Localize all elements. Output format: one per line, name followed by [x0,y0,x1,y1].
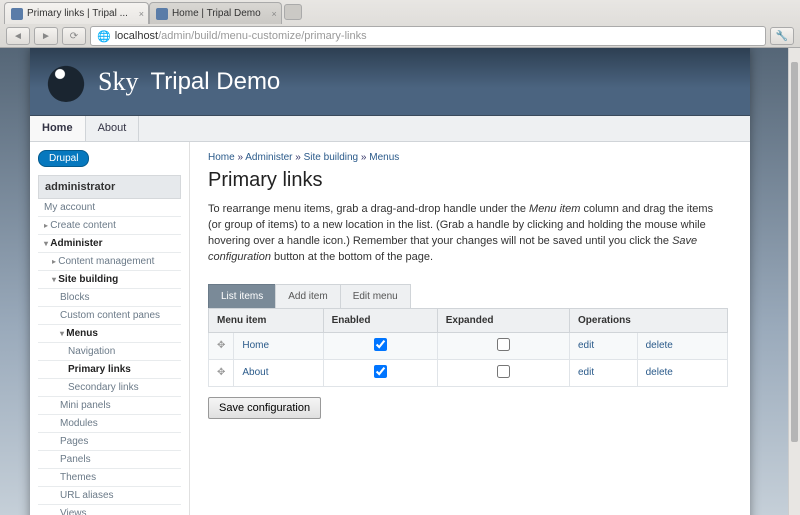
save-button[interactable]: Save configuration [208,397,321,419]
primary-nav: Home About [30,116,750,142]
site-name: Sky [98,67,138,97]
crumb-home[interactable]: Home [208,152,235,163]
sidebar-item-primary-links[interactable]: Primary links [38,361,181,379]
sidebar-item-modules[interactable]: Modules [38,415,181,433]
scrollbar-thumb[interactable] [791,62,798,442]
site-header: Sky Tripal Demo [30,48,750,116]
reload-button[interactable]: ⟳ [62,27,86,45]
menu-link-about[interactable]: About [242,367,268,378]
address-bar[interactable]: 🌐 localhost/admin/build/menu-customize/p… [90,26,766,46]
menu-link-home[interactable]: Home [242,340,269,351]
sidebar-item-pages[interactable]: Pages [38,433,181,451]
url-host: localhost [115,30,158,42]
th-operations: Operations [570,308,728,332]
back-button[interactable]: ◄ [6,27,30,45]
op-edit[interactable]: edit [578,367,594,378]
op-delete[interactable]: delete [646,340,673,351]
tab-strip: Primary links | Tripal ... × Home | Trip… [0,0,800,24]
forward-button[interactable]: ► [34,27,58,45]
close-icon[interactable]: × [271,9,276,19]
tab-list-items[interactable]: List items [208,284,276,308]
enabled-checkbox[interactable] [374,338,387,351]
drag-handle-icon[interactable]: ✥ [209,332,234,359]
browser-tab[interactable]: Home | Tripal Demo × [149,2,282,24]
wrench-icon[interactable]: 🔧 [770,27,794,45]
sidebar-item-themes[interactable]: Themes [38,469,181,487]
sidebar-item-administer[interactable]: Administer [38,235,181,253]
sidebar-item-myaccount[interactable]: My account [38,199,181,217]
local-tabs: List items Add item Edit menu [208,284,728,308]
drupal-badge[interactable]: Drupal [38,150,89,167]
globe-icon: 🌐 [97,30,111,43]
op-delete[interactable]: delete [646,367,673,378]
sidebar-item-views[interactable]: Views [38,505,181,515]
sidebar-item-mini-panels[interactable]: Mini panels [38,397,181,415]
crumb-site-building[interactable]: Site building [304,152,358,163]
sidebar-item-site-building[interactable]: Site building [38,271,181,289]
scrollbar[interactable] [788,48,800,515]
viewport: Sky Tripal Demo Home About Drupal admini… [0,48,800,515]
tab-label: Primary links | Tripal ... [27,8,128,19]
expanded-checkbox[interactable] [497,365,510,378]
th-expanded: Expanded [437,308,569,332]
help-text: To rearrange menu items, grab a drag-and… [208,202,728,266]
site-title: Tripal Demo [150,68,280,96]
sidebar-item-panels[interactable]: Panels [38,451,181,469]
tab-label: Home | Tripal Demo [172,8,261,19]
sidebar-item-menus[interactable]: Menus [38,325,181,343]
enabled-checkbox[interactable] [374,365,387,378]
sidebar-item-custom-panes[interactable]: Custom content panes [38,307,181,325]
tab-add-item[interactable]: Add item [275,284,340,308]
breadcrumb: Home » Administer » Site building » Menu… [208,152,728,163]
th-menu-item: Menu item [209,308,324,332]
nav-home[interactable]: Home [30,116,86,141]
th-enabled: Enabled [323,308,437,332]
page-title: Primary links [208,169,728,192]
sidebar-block-title: administrator [38,175,181,199]
main-content: Home » Administer » Site building » Menu… [190,142,750,515]
nav-about[interactable]: About [86,116,140,141]
logo-icon[interactable] [46,62,86,102]
sidebar-item-secondary-links[interactable]: Secondary links [38,379,181,397]
table-row: ✥ Home edit delete [209,332,728,359]
table-row: ✥ About edit delete [209,359,728,386]
favicon-icon [156,8,168,20]
sidebar-item-content-mgmt[interactable]: Content management [38,253,181,271]
crumb-menus[interactable]: Menus [369,152,399,163]
browser-tab-active[interactable]: Primary links | Tripal ... × [4,2,149,24]
menu-items-table: Menu item Enabled Expanded Operations ✥ … [208,308,728,387]
browser-chrome: Primary links | Tripal ... × Home | Trip… [0,0,800,48]
new-tab-button[interactable] [284,4,302,20]
expanded-checkbox[interactable] [497,338,510,351]
op-edit[interactable]: edit [578,340,594,351]
sidebar-item-blocks[interactable]: Blocks [38,289,181,307]
sidebar-item-navigation[interactable]: Navigation [38,343,181,361]
favicon-icon [11,8,23,20]
page: Sky Tripal Demo Home About Drupal admini… [30,48,750,515]
url-path: /admin/build/menu-customize/primary-link… [158,30,366,42]
close-icon[interactable]: × [139,9,144,19]
crumb-administer[interactable]: Administer [245,152,292,163]
tab-edit-menu[interactable]: Edit menu [340,284,411,308]
sidebar-item-create[interactable]: Create content [38,217,181,235]
drag-handle-icon[interactable]: ✥ [209,359,234,386]
sidebar-item-url-aliases[interactable]: URL aliases [38,487,181,505]
sidebar: Drupal administrator My account Create c… [30,142,190,515]
